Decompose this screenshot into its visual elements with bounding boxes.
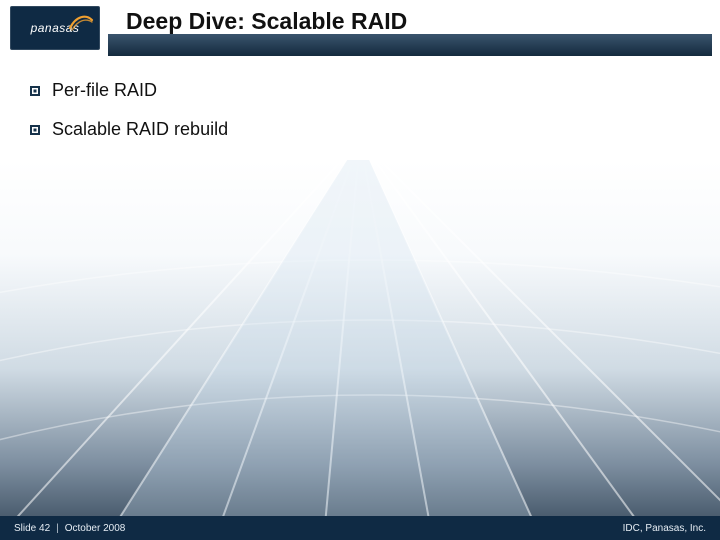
slide: panasas Deep Dive: Scalable RAID Per-fil… bbox=[0, 0, 720, 540]
bullet-item: Scalable RAID rebuild bbox=[30, 119, 690, 140]
bullet-text: Scalable RAID rebuild bbox=[52, 119, 228, 140]
bullet-text: Per-file RAID bbox=[52, 80, 157, 101]
beams-svg bbox=[0, 160, 720, 540]
bullet-icon bbox=[30, 125, 40, 135]
bullet-item: Per-file RAID bbox=[30, 80, 690, 101]
brand-swoosh-icon bbox=[68, 12, 94, 32]
bullet-icon bbox=[30, 86, 40, 96]
footer-slide-number: Slide 42 bbox=[14, 523, 50, 534]
background-beams bbox=[0, 160, 720, 540]
footer: Slide 42 | October 2008 IDC, Panasas, In… bbox=[0, 516, 720, 540]
slide-body: Per-file RAID Scalable RAID rebuild bbox=[30, 70, 690, 158]
footer-separator: | bbox=[56, 523, 59, 534]
footer-left: Slide 42 | October 2008 bbox=[14, 523, 125, 534]
title-dark-strip bbox=[108, 34, 712, 56]
slide-title: Deep Dive: Scalable RAID bbox=[126, 8, 407, 35]
footer-right: IDC, Panasas, Inc. bbox=[623, 523, 706, 534]
brand-logo: panasas bbox=[10, 6, 100, 50]
header: panasas Deep Dive: Scalable RAID bbox=[0, 0, 720, 56]
footer-date: October 2008 bbox=[65, 523, 126, 534]
